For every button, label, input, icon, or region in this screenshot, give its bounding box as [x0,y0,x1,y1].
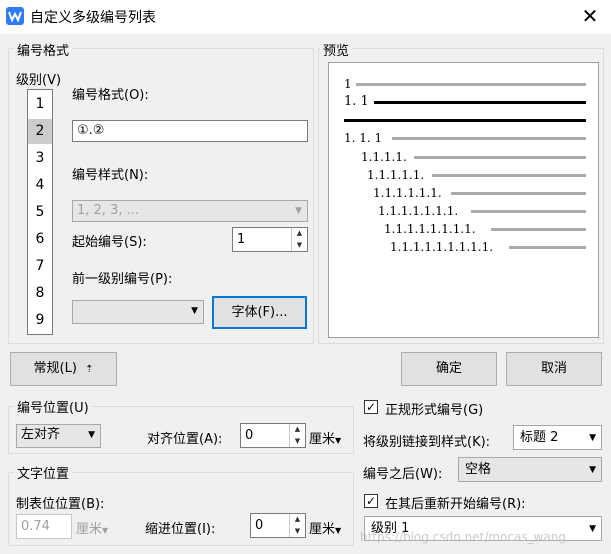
stepper-buttons[interactable]: ▲ ▼ [291,228,307,251]
stepper-buttons[interactable]: ▲ ▼ [289,514,305,537]
indent-label: 缩进位置(I): [145,522,216,537]
level-item[interactable]: 3 [28,146,52,171]
chevron-down-icon: ▼ [88,430,95,440]
align-position-value: 0 [245,428,254,443]
preview-line [509,246,586,249]
ok-button[interactable]: 确定 [401,352,497,386]
link-style-select[interactable]: 标题 2 ▼ [513,425,602,450]
restart-label: 在其后重新开始编号(R): [385,497,526,512]
alignment-value: 左对齐 [21,427,61,442]
app-logo-icon [6,7,24,25]
stepper-buttons[interactable]: ▲ ▼ [289,424,305,447]
chevron-down-icon: ▼ [589,465,596,475]
font-button[interactable]: 字体(F)... [212,296,307,329]
after-number-label: 编号之后(W): [363,467,443,482]
preview-line [414,156,586,159]
chevron-down-icon: ▼ [335,526,342,535]
prev-level-label: 前一级别编号(P): [72,272,173,287]
tab-position-input[interactable]: 0.74 [16,514,72,539]
level-item[interactable]: 4 [28,173,52,198]
style-select[interactable]: 1, 2, 3, ... ▼ [72,200,308,222]
preview-line [471,210,586,213]
format-label: 编号格式(O): [72,88,149,103]
style-select-value: 1, 2, 3, ... [77,203,140,218]
chevron-down-icon: ▼ [102,526,109,535]
number-position-legend: 编号位置(U) [14,397,92,416]
watermark: https://blog.csdn.net/mocas_wang [360,530,566,544]
up-arrow-icon[interactable]: ▲ [290,514,305,526]
window-title: 自定义多级编号列表 [30,10,156,26]
start-label: 起始编号(S): [72,235,147,250]
preview-line-text: 1.1.1.1.1. [367,168,425,182]
tab-position-label: 制表位位置(B): [16,497,105,512]
expand-icon: ⇡ [85,364,94,375]
text-position-legend: 文字位置 [14,463,73,482]
preview-line-text: 1. 1. 1 [344,131,383,145]
level-item-selected[interactable]: 2 [28,119,52,144]
align-position-stepper[interactable]: 0 ▲ ▼ [240,423,306,448]
link-style-label: 将级别链接到样式(K): [363,435,491,450]
cancel-button[interactable]: 取消 [506,352,602,386]
general-button[interactable]: 常规(L) ⇡ [10,352,117,386]
preview-legend: 预览 [320,40,353,59]
alignment-select[interactable]: 左对齐 ▼ [16,424,101,448]
general-button-label: 常规(L) [33,361,77,376]
preview-line-text: 1.1.1.1.1.1.1.1. [384,222,476,236]
start-value: 1 [237,232,246,247]
chevron-down-icon: ▼ [191,306,198,316]
restart-checkbox[interactable]: ✓ [364,494,378,508]
chevron-down-icon: ▼ [589,433,596,443]
down-arrow-icon[interactable]: ▼ [290,436,305,448]
preview-line-text: 1 [344,77,352,91]
preview-line [374,101,586,104]
chevron-down-icon: ▼ [295,206,302,216]
level-item[interactable]: 5 [28,200,52,225]
level-item[interactable]: 8 [28,281,52,306]
preview-line [392,137,586,140]
preview-panel: 1 1. 1 1. 1. 1 1.1.1.1. 1.1.1.1.1. 1.1.1… [328,62,599,338]
number-format-legend: 编号格式 [14,40,73,59]
down-arrow-icon[interactable]: ▼ [290,526,305,538]
tab-unit-value: 厘米 [76,522,103,537]
legal-label: 正规形式编号(G) [385,403,484,418]
level-item[interactable]: 6 [28,227,52,252]
preview-line-text: 1.1.1.1. [361,150,407,164]
after-number-select[interactable]: 空格 ▼ [458,457,602,482]
chevron-down-icon: ▼ [589,524,596,534]
prev-level-select[interactable]: ▼ [72,300,204,324]
style-label: 编号样式(N): [72,168,149,183]
preview-line [356,83,586,86]
preview-line [491,228,586,231]
level-label: 级别(V) [16,73,62,88]
after-number-value: 空格 [465,462,492,477]
preview-line [344,119,586,122]
level-item[interactable]: 9 [28,308,52,333]
legal-checkbox[interactable]: ✓ [364,400,378,414]
indent-value: 0 [255,518,264,533]
tab-unit-select[interactable]: 厘米▼ [76,518,108,537]
preview-line [451,192,586,195]
preview-line-text: 1.1.1.1.1.1.1.1.1. [390,240,494,254]
preview-line [432,174,586,177]
format-input[interactable]: ①.② [72,120,308,142]
level-list[interactable]: 1 2 3 4 5 6 7 8 9 [27,89,53,335]
start-stepper[interactable]: 1 ▲ ▼ [232,227,308,252]
up-arrow-icon[interactable]: ▲ [290,424,305,436]
unit-select[interactable]: 厘米▼ [309,428,341,447]
down-arrow-icon[interactable]: ▼ [292,240,307,252]
level-item[interactable]: 7 [28,254,52,279]
close-icon[interactable]: ✕ [578,4,602,28]
up-arrow-icon[interactable]: ▲ [292,228,307,240]
preview-line-text: 1.1.1.1.1.1. [373,186,442,200]
preview-line-text: 1.1.1.1.1.1.1. [378,204,459,218]
indent-unit-select[interactable]: 厘米▼ [309,518,341,537]
link-style-value: 标题 2 [520,430,559,445]
chevron-down-icon: ▼ [335,436,342,445]
align-position-label: 对齐位置(A): [147,432,223,447]
preview-line-text: 1. 1 [344,94,369,109]
indent-stepper[interactable]: 0 ▲ ▼ [250,513,306,538]
unit-value: 厘米 [309,432,336,447]
indent-unit-value: 厘米 [309,522,336,537]
level-item[interactable]: 1 [28,92,52,117]
